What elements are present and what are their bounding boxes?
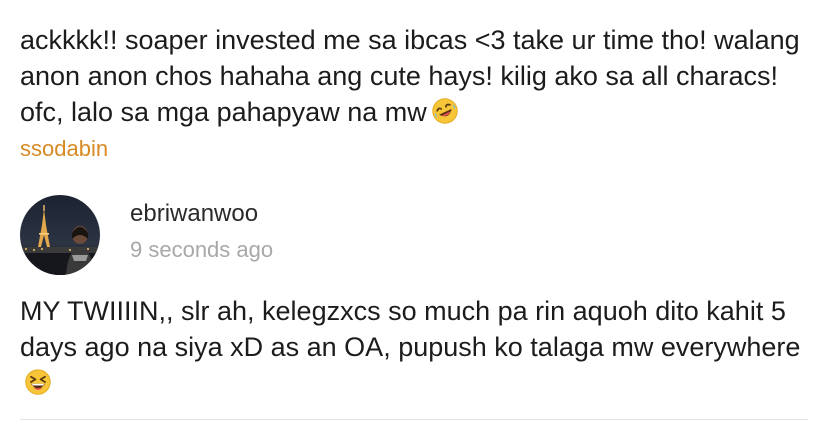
reply-timestamp: 9 seconds ago: [130, 237, 274, 262]
quoted-comment-body: ackkkk!! soaper invested me sa ibcas <3 …: [20, 25, 800, 127]
quoted-comment-text: ackkkk!! soaper invested me sa ibcas <3 …: [20, 22, 812, 130]
quoted-comment-author[interactable]: ssodabin: [20, 134, 812, 164]
avatar[interactable]: [20, 195, 100, 275]
avatar-photo-icon: [20, 195, 100, 275]
reply-text: MY TWIIIIN,, slr ah, kelegzxcs so much p…: [20, 293, 812, 401]
comment-divider: [20, 419, 808, 420]
reply-text-body: MY TWIIIIN,, slr ah, kelegzxcs so much p…: [20, 296, 801, 362]
reply-username[interactable]: ebriwanwoo: [130, 199, 258, 229]
quoted-comment: ackkkk!! soaper invested me sa ibcas <3 …: [20, 22, 812, 164]
rolling-laughing-emoji-icon: [432, 98, 458, 124]
grinning-squinting-emoji-icon: [25, 369, 51, 395]
